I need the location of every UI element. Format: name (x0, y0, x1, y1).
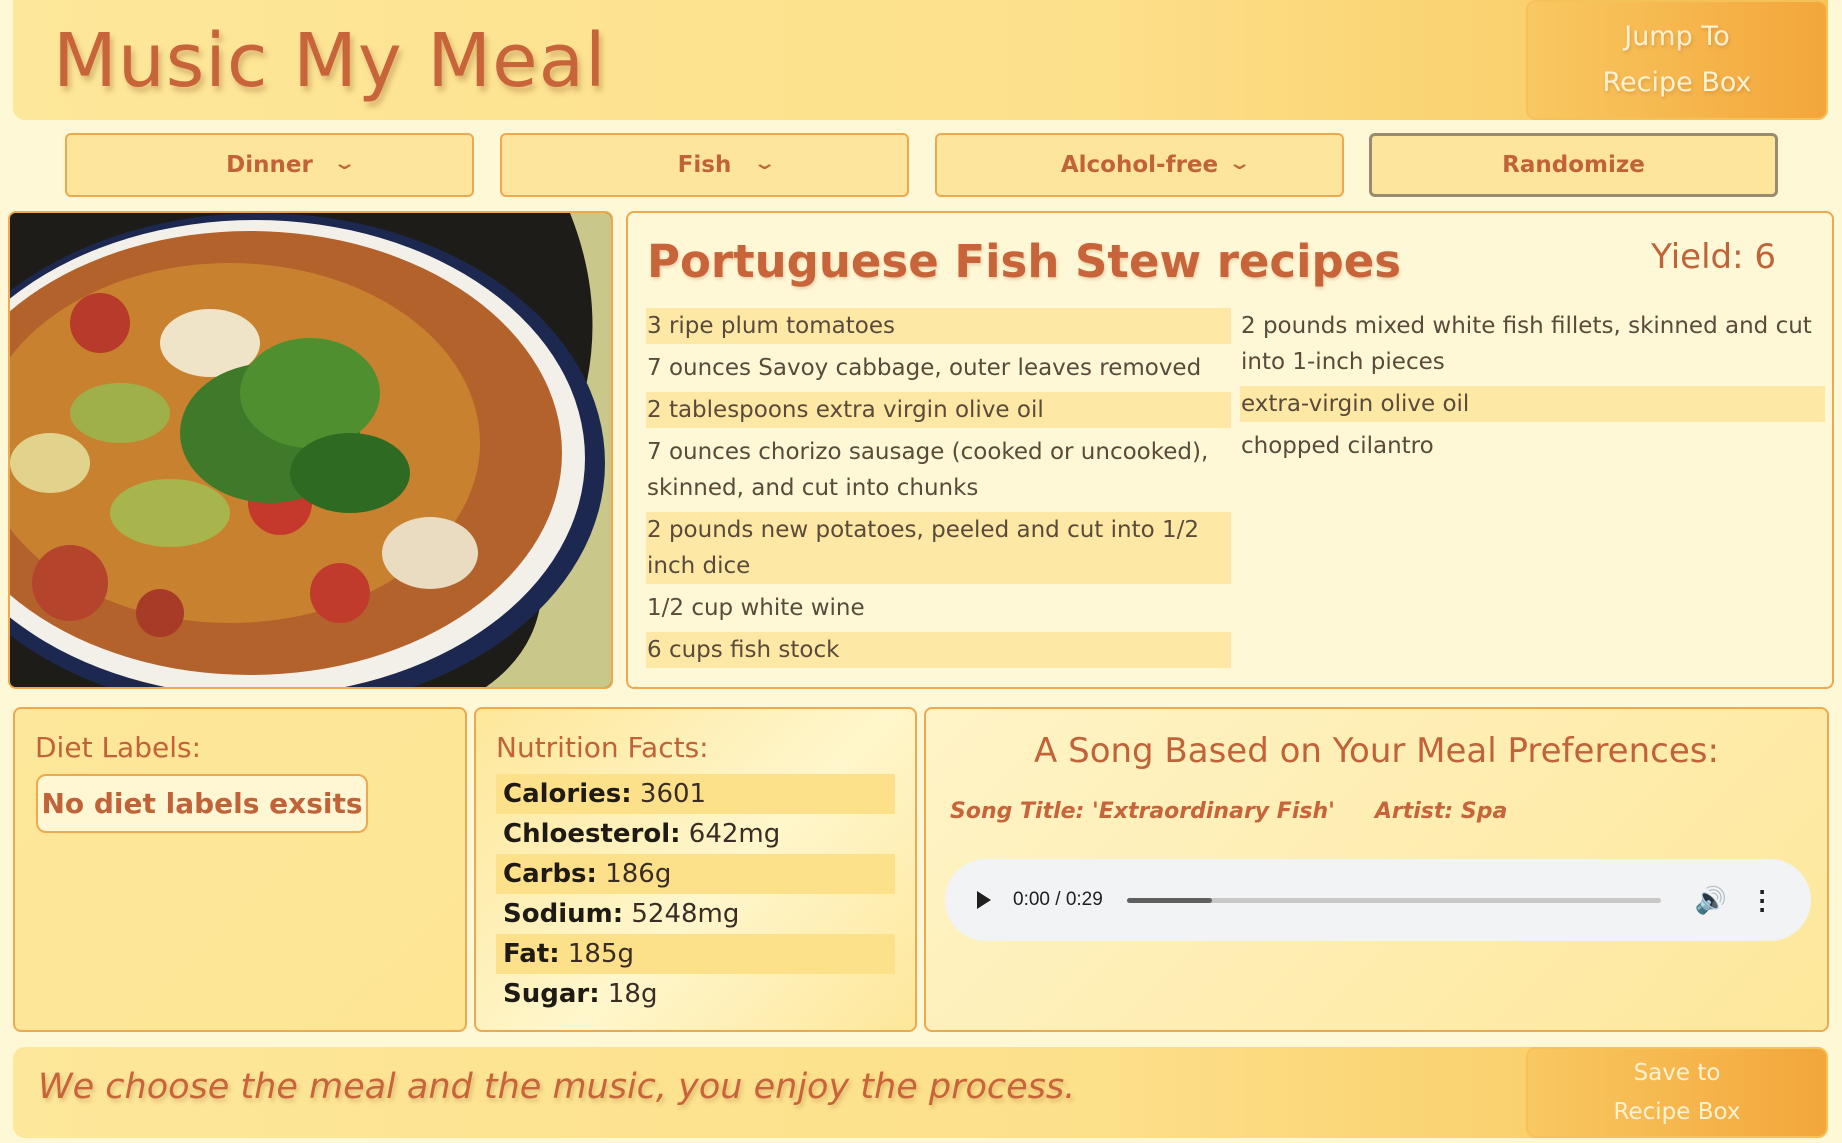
save-to-recipe-box-button[interactable]: Save to Recipe Box (1526, 1047, 1828, 1138)
nutrition-heading: Nutrition Facts: (496, 731, 709, 764)
ingredient-item: 6 cups fish stock (646, 632, 1231, 668)
jump-button-line-2: Recipe Box (1602, 67, 1752, 98)
diet-labels-heading: Diet Labels: (35, 731, 202, 764)
nutrient-value: 5248mg (631, 899, 740, 929)
diet-labels-card: Diet Labels: No diet labels exsits (13, 707, 467, 1032)
app-title: Music My Meal (53, 18, 607, 104)
volume-icon[interactable]: 🔊 (1695, 887, 1727, 913)
nutrient-name: Sodium: (503, 899, 624, 929)
jump-to-recipe-box-button[interactable]: Jump To Recipe Box (1526, 0, 1828, 120)
audio-progress-slider[interactable] (1126, 897, 1661, 903)
song-artist: Artist: Spa (1374, 799, 1508, 824)
save-button-line-1: Save to (1633, 1059, 1721, 1086)
chevron-down-icon: ⌄ (332, 153, 357, 174)
diet-label-badge: No diet labels exsits (36, 774, 368, 833)
jump-button-line-1: Jump To (1624, 21, 1730, 52)
footer-tagline: We choose the meal and the music, you en… (38, 1067, 1076, 1107)
chevron-down-icon: ⌄ (752, 153, 777, 174)
nutrient-name: Sugar: (503, 979, 600, 1009)
nutrition-row: Calories: 3601 (496, 774, 895, 814)
recipe-photo-illustration (10, 213, 611, 687)
nutrient-name: Carbs: (503, 859, 597, 889)
ingredient-item: extra-virgin olive oil (1240, 386, 1825, 422)
ingredients-column-left: 3 ripe plum tomatoes 7 ounces Savoy cabb… (646, 308, 1231, 674)
nutrient-name: Fat: (503, 939, 560, 969)
randomize-button[interactable]: Randomize (1369, 133, 1778, 197)
nutrient-value: 18g (607, 979, 658, 1009)
nutrition-list: Calories: 3601 Chloesterol: 642mg Carbs:… (496, 774, 895, 1014)
ingredient-item: chopped cilantro (1241, 433, 1434, 459)
nutrition-row: Fat: 185g (496, 934, 895, 974)
nutrient-name: Calories: (503, 779, 632, 809)
nutrition-row: Carbs: 186g (496, 854, 895, 894)
nutrient-value: 3601 (639, 779, 707, 809)
play-icon[interactable] (977, 891, 991, 909)
ingredient-item: 2 tablespoons extra virgin olive oil (646, 392, 1231, 428)
nutrient-name: Chloesterol: (503, 819, 681, 849)
chevron-down-icon: ⌄ (1227, 153, 1252, 174)
recipe-yield: Yield: 6 (1651, 237, 1776, 277)
ingredients-column-right: 2 pounds mixed white fish fillets, skinn… (1240, 308, 1825, 470)
footer-bar: We choose the meal and the music, you en… (13, 1047, 1828, 1138)
meal-type-value: Dinner (226, 152, 313, 178)
audio-time: 0:00 / 0:29 (1013, 889, 1103, 910)
meal-type-select[interactable]: Dinner ⌄ (65, 133, 474, 197)
recipe-title: Portuguese Fish Stew recipes (647, 235, 1402, 288)
ingredient-item: 2 pounds new potatoes, peeled and cut in… (646, 512, 1231, 584)
ingredient-item: 2 pounds mixed white fish fillets, skinn… (1241, 313, 1812, 375)
nutrition-row: Sugar: 18g (496, 974, 895, 1014)
nutrient-value: 185g (567, 939, 635, 969)
song-title: Song Title: 'Extraordinary Fish' (950, 799, 1335, 824)
ingredient-item: 7 ounces Savoy cabbage, outer leaves rem… (647, 355, 1202, 381)
recipe-photo (8, 211, 613, 689)
ingredient-item: 1/2 cup white wine (647, 595, 865, 621)
dish-type-select[interactable]: Fish ⌄ (500, 133, 909, 197)
nutrient-value: 642mg (688, 819, 781, 849)
dish-type-value: Fish (677, 152, 732, 178)
more-vert-icon[interactable]: ⋮ (1749, 887, 1775, 913)
audio-progress-fill (1126, 897, 1213, 903)
song-card: A Song Based on Your Meal Preferences: S… (924, 707, 1829, 1032)
ingredient-item: 7 ounces chorizo sausage (cooked or unco… (647, 439, 1209, 501)
save-button-line-2: Recipe Box (1613, 1098, 1741, 1125)
ingredient-item: 3 ripe plum tomatoes (646, 308, 1231, 344)
song-meta: Song Title: 'Extraordinary Fish' Artist: … (950, 799, 1507, 824)
nutrition-facts-card: Nutrition Facts: Calories: 3601 Chloeste… (474, 707, 917, 1032)
health-value: Alcohol-free (1060, 152, 1219, 178)
nutrient-value: 186g (605, 859, 672, 889)
audio-player: 0:00 / 0:29 🔊 ⋮ (945, 859, 1811, 941)
song-heading: A Song Based on Your Meal Preferences: (1034, 731, 1719, 771)
recipe-panel: Portuguese Fish Stew recipes Yield: 6 3 … (626, 211, 1834, 689)
health-select[interactable]: Alcohol-free ⌄ (935, 133, 1344, 197)
header-bar: Music My Meal Jump To Recipe Box (13, 0, 1828, 120)
nutrition-row: Chloesterol: 642mg (496, 814, 895, 854)
nutrition-row: Sodium: 5248mg (496, 894, 895, 934)
